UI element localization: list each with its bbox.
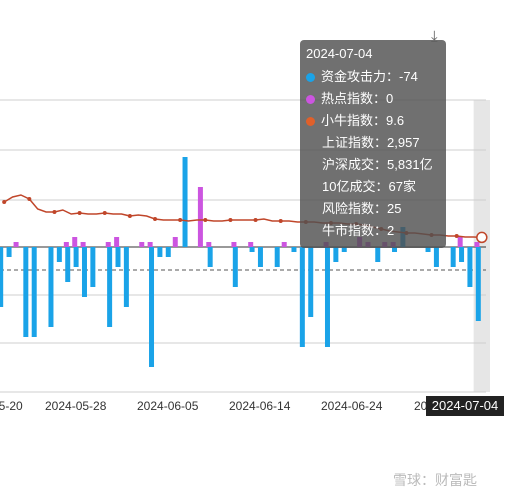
bar-hotspot xyxy=(63,242,69,247)
bar-attack xyxy=(291,247,297,252)
bar-attack xyxy=(149,247,155,367)
bar-hotspot xyxy=(13,242,19,247)
bar-attack xyxy=(249,247,255,252)
bar-hotspot xyxy=(231,242,237,247)
point-bull xyxy=(228,218,233,222)
watermark: 雪球：财富匙 xyxy=(393,472,477,488)
bar-attack xyxy=(48,247,54,327)
bar-hotspot xyxy=(197,187,203,247)
tooltip-row-bullmarket: 牛市指数：2 xyxy=(322,223,395,238)
x-tick-label: 2024-05-28 xyxy=(45,399,107,413)
x-tick-label: 05-20 xyxy=(0,399,23,413)
active-x-label: 2024-07-04 xyxy=(426,396,504,416)
bar-attack xyxy=(182,157,188,247)
point-bull xyxy=(454,234,459,238)
series-dot-icon xyxy=(306,117,315,126)
bar-attack xyxy=(324,247,330,347)
bar-attack xyxy=(165,247,171,257)
bar-attack xyxy=(90,247,96,287)
bar-attack xyxy=(207,247,213,267)
bar-attack xyxy=(56,247,62,262)
bar-attack xyxy=(299,247,305,347)
tooltip-row-hotspot: 热点指数：0 xyxy=(306,90,393,108)
bar-attack xyxy=(333,247,339,262)
bar-attack xyxy=(6,247,12,257)
bar-hotspot xyxy=(172,237,178,247)
series-dot-icon xyxy=(306,73,315,82)
bar-hotspot xyxy=(114,237,120,247)
point-bull xyxy=(52,210,57,214)
tooltip-date: 2024-07-04 xyxy=(306,46,373,61)
bar-attack xyxy=(73,247,79,267)
bar-hotspot xyxy=(457,237,463,247)
point-bull xyxy=(102,211,107,215)
tooltip-row-sh: 上证指数：2,957 xyxy=(322,135,420,150)
bar-hotspot xyxy=(105,242,111,247)
bar-attack xyxy=(31,247,37,337)
x-tick-label: 2024-06-24 xyxy=(321,399,383,413)
point-bull xyxy=(27,197,32,201)
bar-attack xyxy=(433,247,439,267)
bar-attack xyxy=(467,247,473,287)
bar-hotspot xyxy=(80,242,86,247)
tooltip-row-attack: 资金攻击力：-74 xyxy=(306,68,418,86)
point-bull xyxy=(2,200,7,204)
bar-attack xyxy=(123,247,129,307)
point-bull xyxy=(253,218,258,222)
bar-hotspot xyxy=(281,242,287,247)
bar-attack xyxy=(0,247,4,307)
tooltip-row-risk: 风险指数：25 xyxy=(322,201,402,216)
point-bull xyxy=(77,211,82,215)
series-dot-icon xyxy=(306,95,315,104)
x-tick-label: 2024-06-14 xyxy=(229,399,291,413)
bar-attack xyxy=(274,247,280,267)
point-bull-active xyxy=(476,231,488,244)
bar-hotspot xyxy=(147,242,153,247)
bar-attack xyxy=(115,247,121,267)
point-bull xyxy=(127,214,132,218)
x-tick-label: 2024-06-05 xyxy=(137,399,199,413)
point-bull xyxy=(178,218,183,222)
point-bull xyxy=(203,218,208,222)
point-bull xyxy=(153,217,158,221)
bar-attack xyxy=(308,247,314,317)
bar-hotspot xyxy=(72,237,78,247)
point-bull xyxy=(278,219,283,223)
bar-hotspot xyxy=(139,242,145,247)
bar-attack xyxy=(257,247,263,267)
bar-attack xyxy=(459,247,465,262)
bar-hotspot xyxy=(206,242,212,247)
bar-attack xyxy=(65,247,71,282)
bar-attack xyxy=(23,247,29,337)
bar-attack xyxy=(81,247,87,297)
bar-attack xyxy=(450,247,456,267)
tooltip-row-10y: 10亿成交：67家 xyxy=(322,179,416,194)
bar-hotspot xyxy=(474,242,480,247)
tooltip: 2024-07-04 资金攻击力：-74 热点指数：0 小牛指数：9.6 上证指… xyxy=(300,40,446,248)
bar-attack xyxy=(157,247,163,257)
tooltip-row-bull: 小牛指数：9.6 xyxy=(306,112,404,130)
bar-hotspot xyxy=(248,242,254,247)
bar-attack xyxy=(375,247,381,262)
bar-attack xyxy=(107,247,113,327)
bar-attack xyxy=(232,247,238,287)
bar-attack xyxy=(475,247,481,321)
tooltip-row-volume: 沪深成交：5,831亿 xyxy=(322,157,433,172)
